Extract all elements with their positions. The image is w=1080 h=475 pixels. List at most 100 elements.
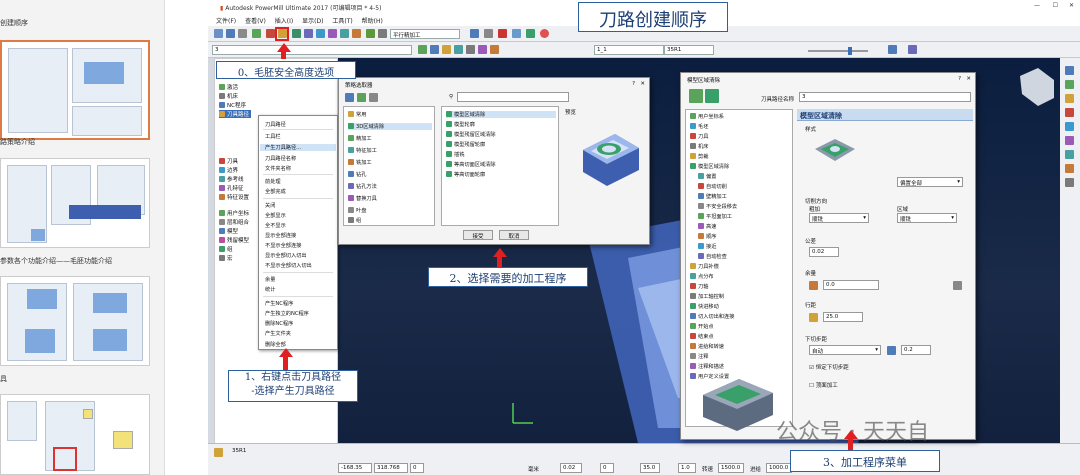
category-common[interactable]: 常用 [348,111,366,118]
style-select[interactable]: 偏置全部 ▾ [897,177,963,187]
ctx-delete-nc[interactable]: 删除NC程序 [265,320,293,327]
coord-z[interactable]: 0 [410,463,424,473]
tool-icon[interactable] [470,29,479,38]
help-icon[interactable]: ? [958,76,961,82]
shaded-view-icon[interactable] [888,45,897,54]
category-3d-area-clearance[interactable]: 3D区域清除 [348,123,432,130]
import-icon[interactable] [345,93,354,102]
menu-display[interactable]: 显示(D) [302,18,323,25]
verify-icon[interactable] [378,29,387,38]
tree-item-toolpaths[interactable]: 刀具路径 [219,110,252,118]
tree-unsafe-removal[interactable]: 不安全段移去 [698,203,737,210]
category-finishing[interactable]: 精加工 [348,135,372,142]
tolerance-input[interactable]: 0.02 [809,247,839,257]
tree-limit[interactable]: 剪裁 [690,153,708,160]
tree-item-workplanes[interactable]: 用户坐标 [219,209,249,217]
tree-order[interactable]: 顺序 [698,233,716,240]
minimize-button[interactable]: — [1034,2,1040,9]
tree-item-groups-2[interactable]: 组 [219,245,233,253]
category-drilling[interactable]: 钻孔 [348,171,366,178]
view-front-icon[interactable] [1065,94,1074,103]
view-side-icon[interactable] [1065,108,1074,117]
block-icon[interactable] [252,29,261,38]
delete-icon[interactable] [498,29,507,38]
fit-icon[interactable] [1065,178,1074,187]
ctx-create-folder[interactable]: 产生文件夹 [265,330,291,337]
ctx-show-leads[interactable]: 显示全部切入切出 [265,252,307,259]
slide-thumbnail[interactable] [0,40,150,140]
tree-item-tools[interactable]: 刀具 [219,157,238,165]
tree-approach[interactable]: 接近 [698,243,716,250]
stepover-icon[interactable] [809,313,818,322]
open-icon[interactable] [214,29,223,38]
pattern-icon[interactable] [340,29,349,38]
category-replace-tool[interactable]: 替换刀具 [348,195,377,202]
strategy-model-area-clearance[interactable]: 模型区域清除 [446,111,556,118]
measure-icon[interactable] [484,29,493,38]
close-button[interactable]: ✕ [1069,2,1074,9]
tree-model-area-clearance[interactable]: 模型区域清除 [690,163,729,170]
toolpath-strategy-icon[interactable] [316,29,325,38]
tree-item-stock-models[interactable]: 残留模型 [219,236,249,244]
simulation-icon[interactable] [366,29,375,38]
workplane-icon[interactable] [418,45,427,54]
stepdown-mode-select[interactable]: 自动 ▾ [809,345,881,355]
tree-item-machine[interactable]: 机床 [219,92,238,100]
strategy-model-profile[interactable]: 模型轮廓 [446,121,475,128]
stop-icon[interactable] [540,29,549,38]
tree-item-holes[interactable]: 孔特征 [219,184,244,192]
tree-notes[interactable]: 注释 [690,353,708,360]
tree-tool[interactable]: 刀具 [690,133,708,140]
maximize-button[interactable]: ☐ [1053,2,1058,9]
speed-status[interactable]: 1500.0 [718,463,744,473]
tree-wall-finish[interactable]: 壁精加工 [698,193,727,200]
template-icon[interactable] [357,93,366,102]
menu-file[interactable]: 文件(F) [216,18,236,25]
strategy-search-input[interactable] [457,92,569,102]
strategy-model-rest-profile[interactable]: 模型残留轮廓 [446,141,485,148]
shade-icon[interactable] [1065,164,1074,173]
coord-y[interactable]: 318.768 [374,463,408,473]
finish-pass-checkbox[interactable]: ☐ 顶面加工 [809,381,838,389]
ctx-close[interactable]: 关闭 [265,202,275,209]
toolpath-combo[interactable]: 3 [212,45,412,55]
tree-end-point[interactable]: 结束点 [690,333,714,340]
ctx-show-links[interactable]: 显示全部连接 [265,232,296,239]
ctx-preprocess[interactable]: 前处理 [265,178,281,185]
model-icon[interactable] [478,45,487,54]
collision-icon[interactable] [526,29,535,38]
help-icon[interactable]: ? [632,81,635,87]
thickness-status[interactable]: 0 [600,463,614,473]
workplane-combo[interactable]: 1_1 [594,45,664,55]
stepdown-input[interactable]: 0.2 [901,345,931,355]
tree-item-models[interactable]: 模型 [219,227,238,235]
ctx-statistics[interactable]: 统计 [265,286,275,293]
boundary-icon[interactable] [328,29,337,38]
ctx-delete-all[interactable]: 删除全部 [265,341,286,348]
nc-program-icon[interactable] [512,29,521,38]
slide-thumbnail[interactable] [0,158,150,248]
strategy-slice-area[interactable]: 等高切面区域清除 [446,161,496,168]
allowance-input[interactable]: 0.0 [823,280,879,290]
view-top-icon[interactable] [1065,80,1074,89]
feeds-speeds-icon[interactable] [292,29,301,38]
shading-icon[interactable] [442,45,451,54]
tree-high-speed[interactable]: 高速 [698,223,716,230]
tree-rapid-move[interactable]: 快进移动 [690,303,719,310]
cancel-button[interactable]: 取消 [499,230,529,240]
level-icon[interactable] [454,45,463,54]
tree-item-feature-sets[interactable]: 特征设置 [219,193,249,201]
ctx-complete-all[interactable]: 全部完成 [265,188,286,195]
category-drilling-methods[interactable]: 钻孔方法 [348,183,377,190]
save-icon[interactable] [226,29,235,38]
toolpath-name-input[interactable]: 3 [799,92,971,102]
tree-block[interactable]: 毛坯 [690,123,708,130]
print-icon[interactable] [238,29,247,38]
tree-offset[interactable]: 偏置 [698,173,716,180]
ctx-hide-leads[interactable]: 不显示全部切入切出 [265,262,312,269]
tolerance-status[interactable]: 0.02 [560,463,582,473]
ctx-allowance[interactable]: 余量 [265,276,275,283]
stepover-status[interactable]: 1.0 [678,463,696,473]
tree-auto-check[interactable]: 自动检查 [698,253,727,260]
tree-start-point[interactable]: 开始点 [690,323,714,330]
